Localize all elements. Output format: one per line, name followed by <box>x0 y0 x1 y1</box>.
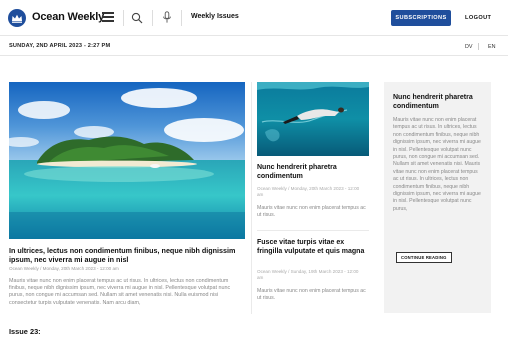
current-date: SUNDAY, 2ND APRIL 2023 - 2:27 PM <box>9 43 111 49</box>
header-divider <box>181 10 182 26</box>
brand-name[interactable]: Ocean Weekly <box>32 11 104 23</box>
middle-article-1-excerpt: Mauris vitae nunc non enim placerat temp… <box>257 205 366 218</box>
middle-article-1-meta: Ocean Weekly / Monday, 20th March 2023 -… <box>257 186 360 198</box>
sidebar-card-excerpt: Mauris vitae nunc non enim placerat temp… <box>393 117 481 212</box>
middle-article-2-title[interactable]: Fusce vitae turpis vitae ex fringilla vu… <box>257 239 369 256</box>
issue-heading: Issue 23: <box>9 327 41 336</box>
crown-logo-icon[interactable] <box>8 9 26 27</box>
sidebar-card: Nunc hendrerit pharetra condimentum Maur… <box>384 82 491 313</box>
header-divider <box>152 10 153 26</box>
site-header: Ocean Weekly Weekly Issues SUBSCRIPTIONS… <box>0 0 508 36</box>
feature-article-title[interactable]: In ultrices, lectus non condimentum fini… <box>9 246 245 264</box>
continue-reading-button[interactable]: CONTINUE READING <box>396 252 452 263</box>
microphone-icon[interactable] <box>162 11 172 24</box>
date-bar: SUNDAY, 2ND APRIL 2023 - 2:27 PM DV EN <box>0 36 508 56</box>
middle-article-2-excerpt: Mauris vitae nunc non enim placerat temp… <box>257 288 366 301</box>
middle-article-2-meta: Ocean Weekly / Sunday, 19th March 2023 -… <box>257 269 359 281</box>
weekly-issues-link[interactable]: Weekly Issues <box>191 13 239 20</box>
header-divider <box>123 10 124 26</box>
language-en[interactable]: EN <box>488 44 496 50</box>
middle-article-1-title[interactable]: Nunc hendrerit pharetra condimentum <box>257 164 369 181</box>
sidebar-card-title[interactable]: Nunc hendrerit pharetra condimentum <box>393 94 485 111</box>
language-dv[interactable]: DV <box>465 44 473 50</box>
logout-link[interactable]: LOGOUT <box>465 15 491 21</box>
feature-article-excerpt: Mauris vitae nunc non enim placerat temp… <box>9 278 231 306</box>
column-divider <box>251 82 252 314</box>
article-divider <box>257 230 369 231</box>
feature-article-meta: Ocean Weekly / Monday, 20th March 2023 -… <box>9 266 119 271</box>
feature-article-image[interactable] <box>9 82 245 239</box>
diver-article-image[interactable] <box>257 82 369 156</box>
menu-icon[interactable] <box>102 12 114 22</box>
language-divider <box>478 43 479 50</box>
subscriptions-button[interactable]: SUBSCRIPTIONS <box>391 10 451 26</box>
search-icon[interactable] <box>131 11 143 24</box>
